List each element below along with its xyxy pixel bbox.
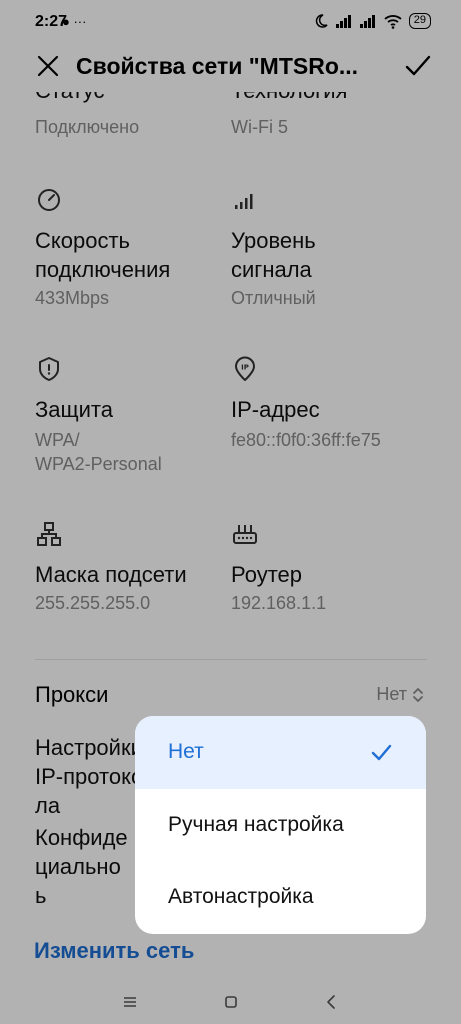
option-label: Нет xyxy=(168,740,204,763)
option-label: Ручная настройка xyxy=(168,813,344,836)
option-label: Автонастройка xyxy=(168,885,314,908)
proxy-options-popup: Нет Ручная настройка Автонастройка xyxy=(135,716,426,934)
option-auto[interactable]: Автонастройка xyxy=(135,861,426,934)
option-none[interactable]: Нет xyxy=(135,716,426,789)
check-icon xyxy=(371,744,392,761)
option-manual[interactable]: Ручная настройка xyxy=(135,789,426,862)
network-properties-screen: 2:27 ● ··· 29 Свойства сети "MTSRo... Ст… xyxy=(0,0,461,1024)
